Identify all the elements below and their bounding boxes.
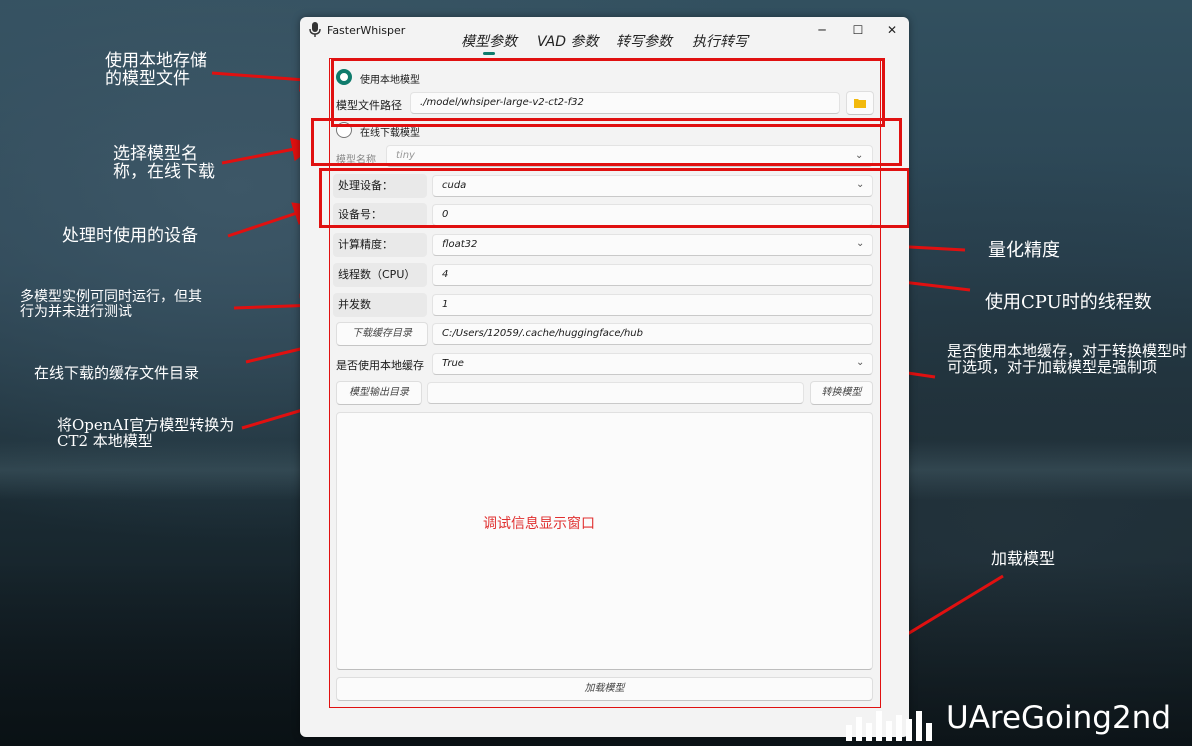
- annot-frame-settings: [329, 58, 881, 708]
- window-title: FasterWhisper: [327, 24, 406, 37]
- annot-concurrency: 多模型实例可同时运行，但其行为并未进行测试: [20, 289, 202, 320]
- annot-load: 加载模型: [991, 549, 1056, 568]
- maximize-button[interactable]: ☐: [848, 21, 868, 39]
- tab-vad-params[interactable]: VAD 参数: [537, 31, 598, 51]
- app-window: FasterWhisper ─ ☐ ✕ 模型参数 VAD 参数 转写参数 执行转…: [300, 17, 909, 737]
- annot-threads: 使用CPU时的线程数: [985, 292, 1152, 313]
- tab-model-params[interactable]: 模型参数: [461, 31, 517, 51]
- tab-run-transcribe[interactable]: 执行转写: [692, 31, 748, 51]
- close-button[interactable]: ✕: [882, 21, 902, 39]
- annot-device: 处理时使用的设备: [62, 226, 198, 246]
- annot-use-cache: 是否使用本地缓存，对于转换模型时可选项，对于加载模型是强制项: [947, 342, 1188, 376]
- watermark-text: UAreGoing2nd: [946, 700, 1172, 736]
- watermark: UAreGoing2nd: [840, 700, 1192, 746]
- arrow-online-model: [221, 137, 316, 165]
- active-tab-indicator: [483, 52, 495, 55]
- annot-precision: 量化精度: [988, 240, 1060, 261]
- annot-local-model: 使用本地存储的模型文件: [105, 51, 207, 89]
- annot-cache-dir: 在线下载的缓存文件目录: [34, 364, 200, 382]
- minimize-button[interactable]: ─: [812, 21, 832, 39]
- microphone-icon: [309, 22, 321, 37]
- annot-online-model: 选择模型名称，在线下载: [113, 144, 215, 182]
- title-bar: FasterWhisper ─ ☐ ✕: [300, 17, 909, 49]
- tab-transcribe-params[interactable]: 转写参数: [616, 31, 672, 51]
- annot-convert: 将OpenAI官方模型转换为CT2 本地模型: [57, 416, 235, 450]
- bilibili-logo-icon: [846, 711, 932, 741]
